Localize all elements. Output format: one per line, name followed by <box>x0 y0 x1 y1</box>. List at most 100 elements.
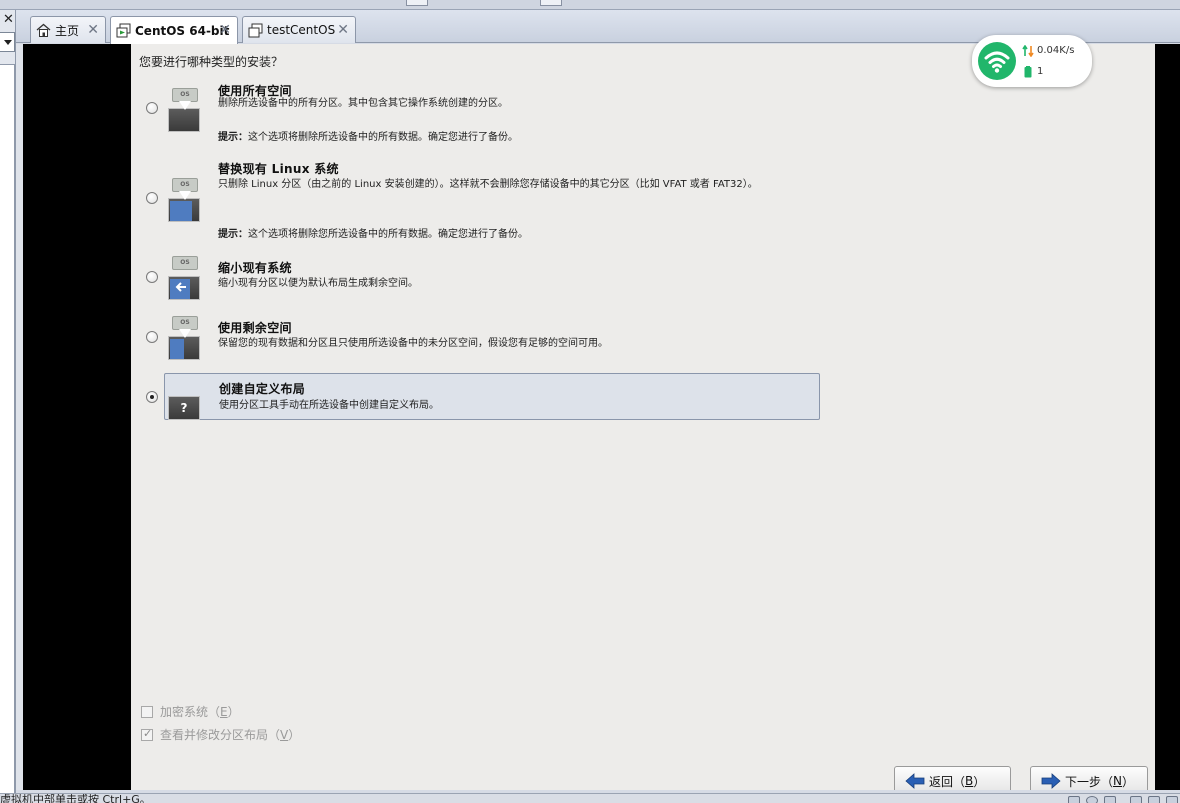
os-tag: OS <box>172 88 198 102</box>
vm-frame-margin <box>16 44 23 790</box>
button-label: 返回（ <box>929 774 966 789</box>
tab-label: testCentOS <box>267 23 336 37</box>
option-description: 删除所选设备中的所有分区。其中包含其它操作系统创建的分区。 <box>218 98 508 109</box>
button-label: 下一步（ <box>1065 774 1114 789</box>
radio-replace-linux[interactable] <box>146 192 158 204</box>
option-use-free-space[interactable]: OS 使用剩余空间 保留您的现有数据和分区且只使用所选设备中的未分区空间，假设您… <box>146 316 820 365</box>
hint-label: 提示： <box>218 132 248 143</box>
option-title: 创建自定义布局 <box>219 382 306 396</box>
suffix: ） <box>227 705 240 719</box>
shrink-arrow-icon <box>175 282 186 292</box>
wifi-monitor-widget[interactable]: 0.04K/s 1 <box>972 35 1092 87</box>
os-tag: OS <box>172 256 198 270</box>
option-title: 缩小现有系统 <box>218 261 292 275</box>
mnemonic: N <box>1113 774 1122 788</box>
radio-use-free-space[interactable] <box>146 331 158 343</box>
option-description: 缩小现有分区以便为默认布局生成剩余空间。 <box>218 278 418 289</box>
arrow-down-icon <box>179 101 191 110</box>
vm-letterbox-left <box>23 44 131 790</box>
disk-erase-all-icon: OS <box>168 88 200 132</box>
back-button[interactable]: 返回（ B） <box>894 766 1011 790</box>
disk-free-space-icon: OS <box>168 316 200 360</box>
phone-icon <box>1024 66 1032 78</box>
partition-blue <box>170 201 192 221</box>
suffix: ） <box>1122 774 1135 789</box>
status-text: 虚拟机中部单击或按 Ctrl+G。 <box>0 793 151 803</box>
radio-shrink-current[interactable] <box>146 271 158 283</box>
printer-status-icon[interactable] <box>1148 796 1160 803</box>
encrypt-system-checkbox-row[interactable]: 加密系统（ E） <box>141 703 240 720</box>
os-tag: OS <box>172 178 198 192</box>
tab-close-icon[interactable]: ✕ <box>87 22 99 38</box>
hint-label: 提示： <box>218 229 248 240</box>
toolbar-fragment <box>406 0 428 6</box>
speed-arrows-icon <box>1022 45 1034 57</box>
vm-icon <box>248 23 263 38</box>
radio-use-all-space[interactable] <box>146 102 158 114</box>
vm-running-icon <box>116 23 131 38</box>
partition-blue <box>170 339 184 359</box>
tab-close-icon[interactable]: ✕ <box>337 22 349 38</box>
hint-text: 这个选项将删除您所选设备中的所有数据。确定您进行了备份。 <box>248 229 528 240</box>
disk-shrink-icon: OS <box>168 256 200 300</box>
connected-devices-count: 1 <box>1037 66 1044 77</box>
toolbar-fragment <box>540 0 562 6</box>
hdd-status-icon[interactable] <box>1068 796 1080 803</box>
option-title: 替换现有 Linux 系统 <box>218 162 339 176</box>
hint-text: 这个选项将删除所选设备中的所有数据。确定您进行了备份。 <box>248 132 518 143</box>
tab-close-icon[interactable]: ✕ <box>219 22 231 38</box>
mnemonic: E <box>220 704 228 719</box>
cdrom-status-icon[interactable] <box>1086 796 1098 803</box>
option-description: 保留您的现有数据和分区且只使用所选设备中的未分区空间，假设您有足够的空间可用。 <box>218 338 608 349</box>
checkbox-label: 加密系统（ <box>160 705 221 719</box>
checkbox-label: 查看并修改分区布局（ <box>160 728 281 742</box>
next-button[interactable]: 下一步（ N） <box>1030 766 1148 790</box>
option-hint: 提示：这个选项将删除您所选设备中的所有数据。确定您进行了备份。 <box>218 225 528 240</box>
option-title: 使用剩余空间 <box>218 321 292 335</box>
option-use-all-space[interactable]: OS 使用所有空间 删除所选设备中的所有分区。其中包含其它操作系统创建的分区。 … <box>146 82 820 143</box>
option-shrink-current[interactable]: OS 缩小现有系统 缩小现有分区以便为默认布局生成剩余空间。 <box>146 256 820 305</box>
chevron-down-icon <box>4 40 12 45</box>
option-description: 使用分区工具手动在所选设备中创建自定义布局。 <box>219 400 439 411</box>
disk-replace-linux-icon: OS <box>168 178 200 222</box>
sound-status-icon[interactable] <box>1166 796 1178 803</box>
os-tag: OS <box>172 316 198 330</box>
window-top-strip <box>0 0 1180 10</box>
arrow-down-icon <box>179 329 191 338</box>
tab-label: CentOS 64-bit <box>135 23 230 38</box>
network-status-icon[interactable] <box>1130 796 1142 803</box>
tab-centos-64bit[interactable]: CentOS 64-bit ✕ <box>110 16 238 44</box>
sidebar-close-icon[interactable]: ✕ <box>2 11 15 28</box>
review-layout-checkbox-row[interactable]: 查看并修改分区布局（V） <box>141 726 300 743</box>
install-type-question: 您要进行哪种类型的安装？ <box>139 55 284 69</box>
floppy-status-icon[interactable] <box>1104 796 1116 803</box>
drive <box>168 198 200 222</box>
suffix: ） <box>973 774 986 789</box>
library-sidebar: ✕ <box>0 10 16 793</box>
option-custom-layout[interactable]: ? 创建自定义布局 使用分区工具手动在所选设备中创建自定义布局。 <box>146 373 820 420</box>
mnemonic: V <box>280 727 289 742</box>
vm-letterbox-right <box>1155 44 1180 790</box>
question-mark: ? <box>180 401 188 415</box>
home-icon <box>36 23 51 38</box>
drive <box>168 336 200 360</box>
arrow-left-icon <box>905 773 925 789</box>
suffix: ） <box>288 728 301 742</box>
option-description: 只删除 Linux 分区（由之前的 Linux 安装创建的）。这样就不会删除您存… <box>218 179 758 190</box>
library-tree-panel[interactable] <box>0 64 15 793</box>
network-speed: 0.04K/s <box>1037 45 1075 56</box>
review-layout-checkbox[interactable] <box>141 727 153 741</box>
vm-console-screen[interactable]: 您要进行哪种类型的安装？ OS 使用所有空间 删除所选设备中的所有分区。其中包含… <box>131 44 1155 790</box>
encrypt-system-checkbox[interactable] <box>141 705 153 718</box>
radio-custom-layout[interactable] <box>146 391 158 403</box>
option-replace-linux[interactable]: OS 替换现有 Linux 系统 只删除 Linux 分区（由之前的 Linux… <box>146 160 820 240</box>
option-hint: 提示：这个选项将删除所选设备中的所有数据。确定您进行了备份。 <box>218 128 518 143</box>
drive <box>168 108 200 132</box>
tab-label: 主页 <box>55 23 80 38</box>
disk-custom-layout-icon: ? <box>168 376 200 420</box>
mnemonic: B <box>965 774 974 788</box>
library-filter-dropdown[interactable] <box>0 32 15 52</box>
wifi-icon <box>978 42 1016 80</box>
tab-home[interactable]: 主页 ✕ <box>30 16 106 43</box>
tab-testcentos[interactable]: testCentOS ✕ <box>242 16 356 43</box>
